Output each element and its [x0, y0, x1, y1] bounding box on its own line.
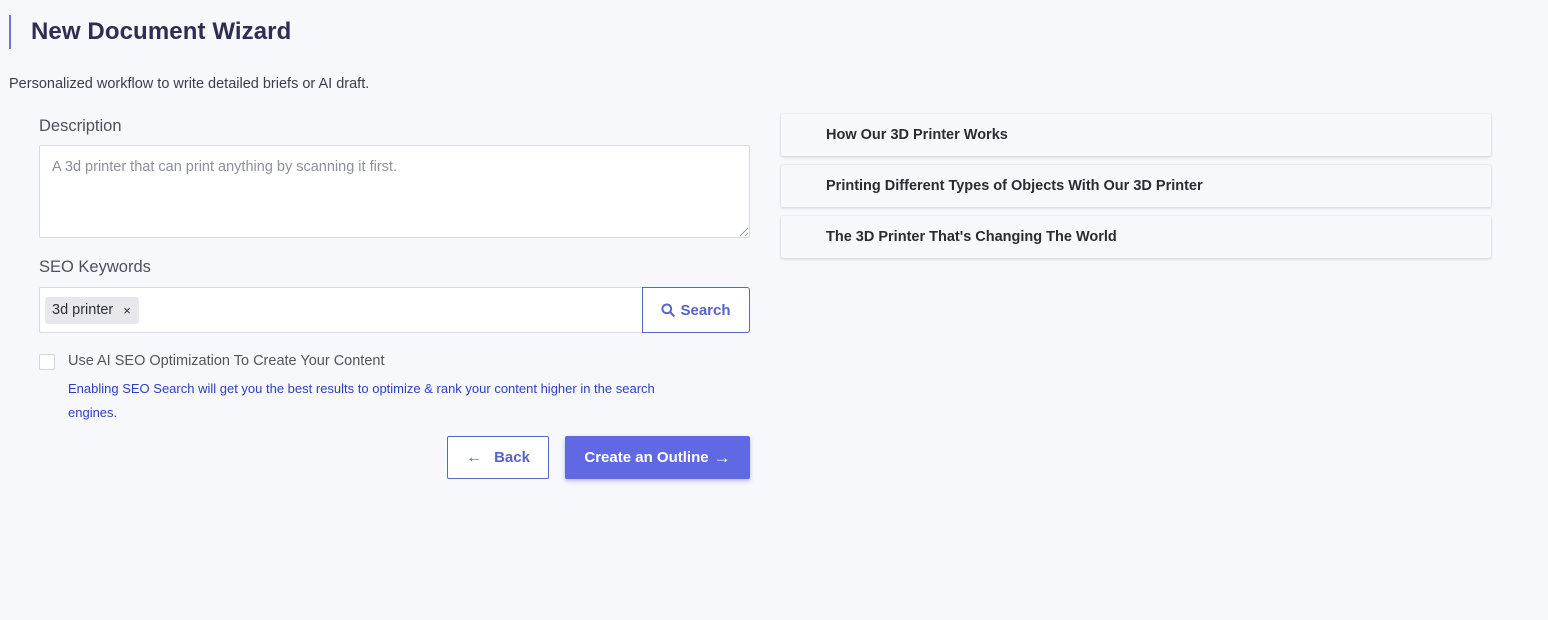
wizard-actions: ← Back Create an Outline → — [447, 436, 750, 479]
description-textarea[interactable]: A 3d printer that can print anything by … — [39, 145, 750, 238]
resize-handle-icon[interactable] — [740, 228, 748, 236]
keyword-tag: 3d printer × — [45, 296, 139, 324]
ai-seo-checkbox[interactable] — [39, 354, 55, 370]
ai-seo-option: Use AI SEO Optimization To Create Your C… — [39, 352, 750, 425]
outline-item[interactable]: The 3D Printer That's Changing The World — [781, 216, 1491, 258]
seo-keywords-input[interactable]: 3d printer × — [39, 287, 642, 333]
description-label: Description — [39, 117, 122, 135]
keyword-tag-label: 3d printer — [52, 302, 114, 318]
page-subtitle: Personalized workflow to write detailed … — [9, 76, 370, 92]
page-header: New Document Wizard — [9, 15, 291, 49]
arrow-right-icon: → — [713, 447, 731, 467]
page-title: New Document Wizard — [31, 18, 292, 45]
arrow-left-icon: ← — [466, 448, 483, 466]
wizard-form: Description A 3d printer that can print … — [39, 113, 750, 425]
ai-seo-text: Use AI SEO Optimization To Create Your C… — [68, 352, 688, 425]
remove-keyword-icon[interactable]: × — [123, 303, 131, 318]
outline-item[interactable]: How Our 3D Printer Works — [781, 114, 1491, 156]
create-outline-button-label: Create an Outline — [584, 449, 709, 466]
seo-keywords-label: SEO Keywords — [39, 258, 151, 276]
ai-seo-help-text: Enabling SEO Search will get you the bes… — [68, 381, 655, 420]
outline-suggestions: How Our 3D Printer Works Printing Differ… — [781, 114, 1491, 267]
ai-seo-checkbox-label[interactable]: Use AI SEO Optimization To Create Your C… — [68, 352, 688, 370]
seo-keywords-row: 3d printer × Search — [39, 287, 750, 333]
back-button[interactable]: ← Back — [447, 436, 549, 479]
create-outline-button[interactable]: Create an Outline → — [565, 436, 750, 479]
outline-item[interactable]: Printing Different Types of Objects With… — [781, 165, 1491, 207]
search-button-label: Search — [680, 301, 731, 319]
search-button[interactable]: Search — [642, 287, 750, 333]
description-placeholder: A 3d printer that can print anything by … — [52, 159, 397, 175]
search-icon — [661, 303, 676, 317]
back-button-label: Back — [494, 449, 530, 466]
